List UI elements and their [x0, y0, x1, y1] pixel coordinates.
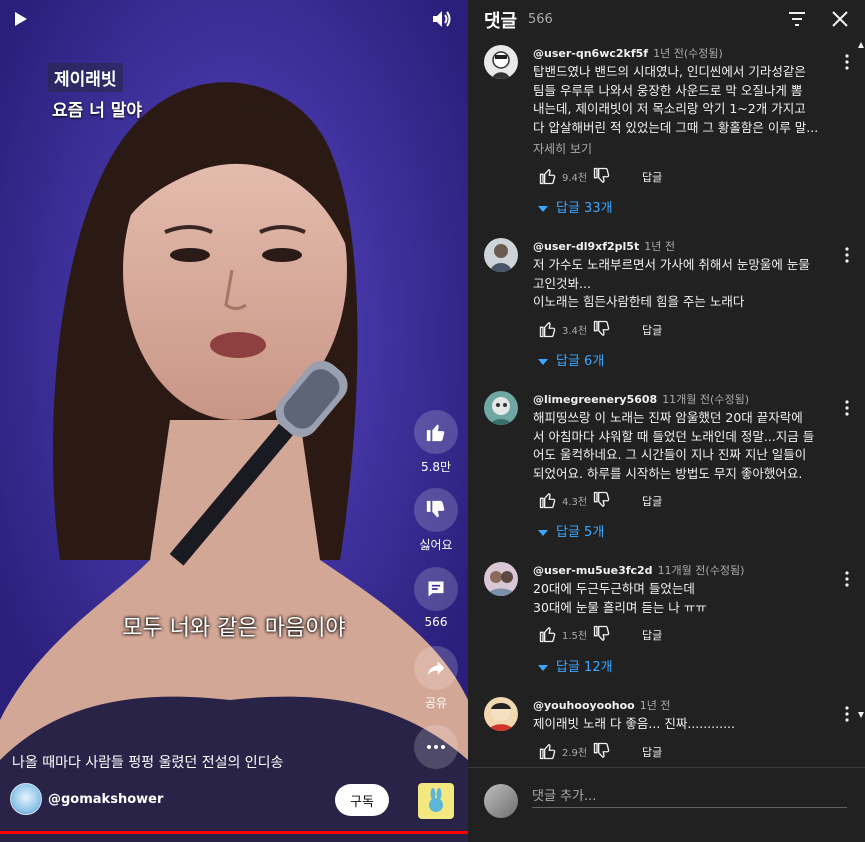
video-title[interactable]: 나올 때마다 사람들 펑펑 울렸던 전설의 인디송: [12, 752, 412, 772]
commenter-avatar[interactable]: [484, 45, 518, 79]
more-actions-button[interactable]: [414, 725, 458, 769]
show-replies-button[interactable]: 답글 6개: [538, 350, 604, 369]
comment-like-count: 4.3천: [562, 497, 588, 508]
share-label: 공유: [424, 696, 448, 710]
commenter-avatar[interactable]: [484, 562, 518, 596]
reply-button[interactable]: 답글: [642, 627, 662, 643]
comment-menu-icon[interactable]: [842, 53, 852, 71]
show-replies-button[interactable]: 답글 5개: [538, 521, 604, 540]
comments-scrollbar[interactable]: [858, 40, 864, 720]
dislike-label: 싫어요: [419, 538, 453, 552]
video-frame: [0, 0, 468, 842]
channel-name[interactable]: @gomakshower: [48, 792, 163, 807]
commenter-avatar[interactable]: [484, 697, 518, 731]
comment-time: 1년 전: [644, 240, 675, 253]
comment-actions: 1.5천 답글: [528, 624, 728, 644]
subscribe-button[interactable]: 구독: [335, 784, 389, 816]
comment-text: 탑밴드였나 밴드의 시대였나, 인디씬에서 기라성같은 팀들 우루루 나와서 웅…: [533, 64, 819, 135]
video-caption-tag: 제이래빗: [48, 63, 123, 92]
read-more-link[interactable]: 자세히 보기: [533, 140, 592, 157]
video-progress-fill: [0, 831, 468, 834]
video-player[interactable]: 제이래빗 요즘 너 말야 모두 너와 같은 마음이야 5.8만 싫어요 566: [0, 0, 468, 842]
music-rabbit-icon: [429, 788, 443, 812]
comment-icon: [428, 581, 444, 597]
comment-actions: 3.4천 답글: [528, 319, 728, 339]
show-replies-button[interactable]: 답글 12개: [538, 656, 613, 675]
thumb-up-icon[interactable]: [538, 166, 558, 186]
thumb-down-icon[interactable]: [592, 490, 612, 510]
chevron-down-icon: [538, 206, 548, 212]
like-count: 5.8만: [420, 460, 452, 474]
comment-time: 11개월 전(수정됨): [657, 564, 745, 577]
comment-actions: 4.3천 답글: [528, 490, 728, 510]
chevron-down-icon: [538, 359, 548, 365]
current-user-avatar: [484, 784, 518, 818]
reply-button[interactable]: 답글: [642, 169, 662, 185]
more-horizontal-icon: [427, 745, 445, 749]
shorts-viewer: 제이래빗 요즘 너 말야 모두 너와 같은 마음이야 5.8만 싫어요 566: [0, 0, 865, 842]
comment-time: 1년 전(수정됨): [653, 47, 723, 60]
comments-button[interactable]: [414, 567, 458, 611]
comment-text: 해피띵쓰랑 이 노래는 진짜 암울했던 20대 끝자락에 서 아침마다 샤워할 …: [533, 410, 815, 481]
chevron-down-icon: [538, 665, 548, 671]
reply-button[interactable]: 답글: [642, 744, 662, 760]
comment-like-count: 3.4천: [562, 326, 588, 337]
thumb-up-icon[interactable]: [538, 490, 558, 510]
comment-text: 20대에 두근두근하며 들었는데 30대에 눈물 흘리며 듣는 나 ㅠㅠ: [533, 581, 707, 615]
play-icon[interactable]: [14, 11, 28, 27]
comment-actions: 9.4천 답글: [528, 166, 728, 186]
video-caption-song: 요즘 너 말야: [52, 101, 143, 121]
comment-time: 1년 전: [639, 699, 671, 712]
thumb-down-icon[interactable]: [592, 166, 612, 186]
dislike-button[interactable]: [414, 488, 458, 532]
comment-menu-icon[interactable]: [842, 705, 852, 723]
thumb-up-icon[interactable]: [538, 741, 558, 761]
comments-header: 댓글 566: [468, 0, 865, 38]
commenter-avatar[interactable]: [484, 238, 518, 272]
comment-count: 566: [424, 615, 448, 629]
comment-menu-icon[interactable]: [842, 246, 852, 264]
comment-time: 11개월 전(수정됨): [662, 393, 749, 406]
add-comment-bar: 댓글 추가...: [468, 767, 865, 842]
sort-icon[interactable]: [788, 11, 806, 27]
thumb-down-icon[interactable]: [592, 319, 612, 339]
video-subtitle: 모두 너와 같은 마음이야: [122, 616, 346, 641]
comment-author[interactable]: @user-dl9xf2pl5t: [533, 240, 639, 253]
comment-text: 저 가수도 노래부르면서 가사에 취해서 눈망울에 눈물 고인것봐... 이노래…: [533, 257, 810, 309]
thumb-down-icon[interactable]: [592, 624, 612, 644]
thumb-up-icon: [426, 424, 445, 442]
comment-text: 제이래빗 노래 다 좋음... 진짜............: [533, 716, 735, 731]
comments-panel: 댓글 566 @user-qn6wc2kf5f 1년 전(수정됨) 탑밴드였나 밴…: [468, 0, 865, 842]
comment-author[interactable]: @user-mu5ue3fc2d: [533, 564, 653, 577]
video-progress-bar[interactable]: [0, 831, 468, 834]
thumb-up-icon[interactable]: [538, 624, 558, 644]
close-icon[interactable]: [832, 11, 848, 27]
thumb-down-icon: [426, 500, 445, 518]
comments-title: 댓글: [484, 11, 518, 32]
channel-avatar[interactable]: [10, 783, 42, 815]
reply-button[interactable]: 답글: [642, 322, 662, 338]
thumb-up-icon[interactable]: [538, 319, 558, 339]
music-thumbnail[interactable]: [418, 783, 454, 819]
share-icon: [427, 661, 445, 676]
share-button[interactable]: [414, 646, 458, 690]
comment-author[interactable]: @user-qn6wc2kf5f: [533, 47, 648, 60]
add-comment-input[interactable]: 댓글 추가...: [532, 782, 847, 808]
chevron-down-icon: [538, 530, 548, 536]
comments-count: 566: [528, 12, 553, 27]
reply-button[interactable]: 답글: [642, 493, 662, 509]
show-replies-button[interactable]: 답글 33개: [538, 197, 613, 216]
comment-menu-icon[interactable]: [842, 570, 852, 588]
comment-like-count: 9.4천: [562, 173, 588, 184]
comment-like-count: 2.9천: [562, 748, 588, 759]
comment-author[interactable]: @limegreenery5608: [533, 393, 657, 406]
comment-menu-icon[interactable]: [842, 399, 852, 417]
comment-actions: 2.9천 답글: [528, 741, 728, 761]
commenter-avatar[interactable]: [484, 391, 518, 425]
thumb-down-icon[interactable]: [592, 741, 612, 761]
comment-author[interactable]: @youhooyoohoo: [533, 699, 635, 712]
comment-like-count: 1.5천: [562, 631, 588, 642]
like-button[interactable]: [414, 410, 458, 454]
volume-icon[interactable]: [432, 10, 452, 28]
